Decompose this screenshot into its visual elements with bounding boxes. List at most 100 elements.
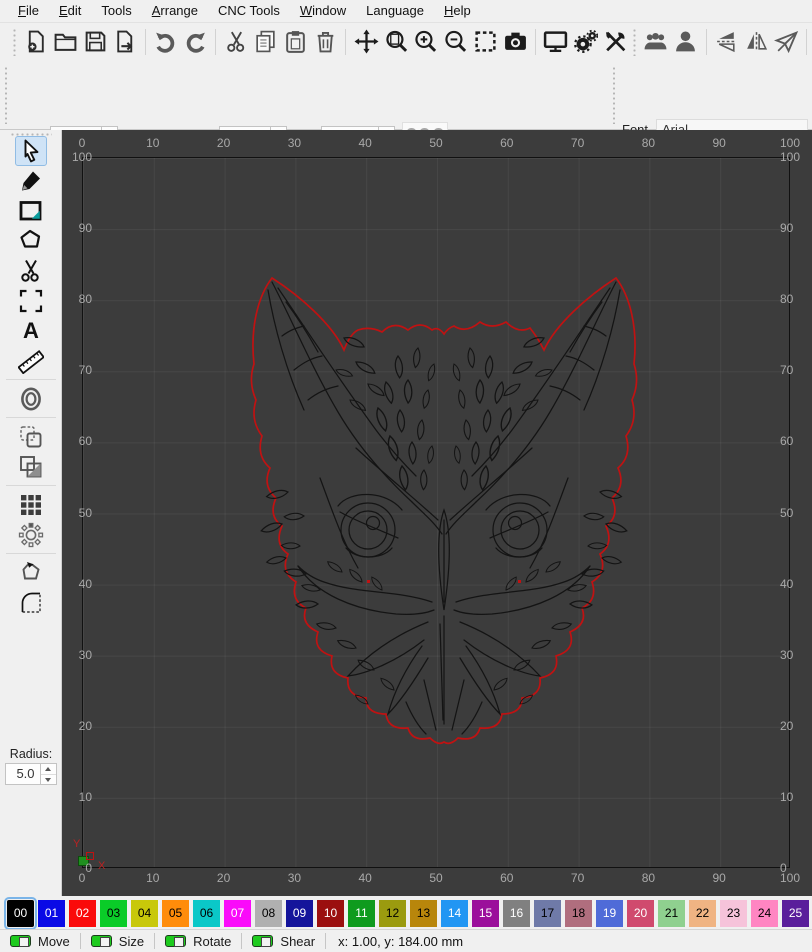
zoom-out-button[interactable] — [442, 26, 470, 57]
palette-swatch-13[interactable]: 13 — [410, 899, 437, 927]
palette-swatch-21[interactable]: 21 — [658, 899, 685, 927]
weld-union-tool[interactable] — [15, 422, 47, 452]
palette-swatch-23[interactable]: 23 — [720, 899, 747, 927]
palette-swatch-18[interactable]: 18 — [565, 899, 592, 927]
circular-array-icon — [18, 522, 44, 548]
palette-swatch-15[interactable]: 15 — [472, 899, 499, 927]
text-tool-tool[interactable]: A — [15, 316, 47, 346]
palette-swatch-14[interactable]: 14 — [441, 899, 468, 927]
delete-button[interactable] — [312, 26, 340, 57]
select-cursor-icon — [24, 139, 39, 163]
menu-language[interactable]: Language — [356, 1, 434, 21]
save-file-button[interactable] — [81, 26, 109, 57]
zoom-in-button[interactable] — [412, 26, 440, 57]
camera-capture-button[interactable] — [501, 26, 529, 57]
polygon-shape-tool[interactable] — [15, 226, 47, 256]
move-toggle-switch[interactable] — [10, 935, 31, 947]
menu-help[interactable]: Help — [434, 1, 481, 21]
group-objects-icon — [644, 32, 667, 50]
cut-button[interactable] — [222, 26, 250, 57]
zoom-page-button[interactable] — [382, 26, 410, 57]
size-mode-toggle[interactable]: Size — [81, 933, 154, 949]
monitor-preview-button[interactable] — [542, 26, 570, 57]
palette-swatch-25[interactable]: 25 — [782, 899, 809, 927]
palette-swatch-07[interactable]: 07 — [224, 899, 251, 927]
palette-swatch-08[interactable]: 08 — [255, 899, 282, 927]
palette-swatch-03[interactable]: 03 — [100, 899, 127, 927]
flip-vertical-button[interactable] — [712, 26, 740, 57]
grid-array-tool[interactable] — [15, 490, 47, 520]
close-contour-tool[interactable] — [15, 558, 47, 588]
origin-selection-marker — [86, 852, 94, 860]
palette-swatch-16[interactable]: 16 — [503, 899, 530, 927]
menu-edit[interactable]: Edit — [49, 1, 91, 21]
palette-swatch-06[interactable]: 06 — [193, 899, 220, 927]
palette-swatch-12[interactable]: 12 — [379, 899, 406, 927]
flip-horizontal-button[interactable] — [742, 26, 770, 57]
palette-swatch-01[interactable]: 01 — [38, 899, 65, 927]
circular-array-tool[interactable] — [15, 520, 47, 550]
menu-tools[interactable]: Tools — [91, 1, 141, 21]
rotate-toggle-switch[interactable] — [165, 935, 187, 947]
radius-stepper[interactable] — [41, 763, 57, 785]
corner-fillet-tool[interactable] — [15, 588, 47, 618]
rectangle-shape-tool[interactable] — [15, 196, 47, 226]
settings-gears-button[interactable] — [572, 26, 600, 57]
new-file-button[interactable] — [21, 26, 49, 57]
owl-artwork[interactable] — [246, 272, 642, 748]
copy-icon — [256, 30, 276, 53]
ruler-bottom-30: 30 — [287, 871, 302, 885]
color-palette: 00 01 02 03 04 05 06 07 08 09 10 11 12 13 14 15 16 17 18 19… — [0, 896, 812, 930]
toolbar-separator — [144, 28, 146, 55]
select-cursor-tool[interactable] — [15, 136, 47, 166]
palette-swatch-17[interactable]: 17 — [534, 899, 561, 927]
menu-cnc-tools[interactable]: CNC Tools — [208, 1, 290, 21]
contour-offset-tool[interactable] — [15, 384, 47, 414]
radius-field[interactable]: 5.0 — [5, 763, 41, 785]
pan-move-button[interactable] — [352, 26, 380, 57]
send-job-button[interactable] — [772, 26, 800, 57]
trim-subtract-tool[interactable] — [15, 452, 47, 482]
zoom-selection-button[interactable] — [472, 26, 500, 57]
shear-mode-toggle[interactable]: Shear — [242, 933, 325, 949]
draw-pen-tool[interactable] — [15, 166, 47, 196]
copy-button[interactable] — [252, 26, 280, 57]
selection-frame-icon — [19, 289, 43, 313]
palette-swatch-11[interactable]: 11 — [348, 899, 375, 927]
selection-frame-tool[interactable] — [15, 286, 47, 316]
palette-swatch-22[interactable]: 22 — [689, 899, 716, 927]
menu-file[interactable]: File — [8, 1, 49, 21]
palette-swatch-00[interactable]: 00 — [4, 896, 37, 930]
palette-swatch-20[interactable]: 20 — [627, 899, 654, 927]
size-toggle-switch[interactable] — [90, 935, 112, 947]
palette-swatch-24[interactable]: 24 — [751, 899, 778, 927]
cut-scissors-tool[interactable] — [15, 256, 47, 286]
design-canvas[interactable]: Y X 0 0 0 0 10 10 10 10 20 20 20 20 30 30 30 30 40 40 40 40… — [62, 130, 812, 896]
group-objects-button[interactable] — [642, 26, 670, 57]
redo-button[interactable] — [181, 26, 209, 57]
rotate-mode-toggle[interactable]: Rotate — [155, 933, 241, 949]
paste-button[interactable] — [282, 26, 310, 57]
palette-swatch-05[interactable]: 05 — [162, 899, 189, 927]
ruler-right-70: 70 — [780, 363, 794, 378]
ruler-top-40: 40 — [358, 136, 372, 150]
menubar: File Edit Tools Arrange CNC Tools Window Langu… — [0, 0, 812, 23]
single-object-button[interactable] — [672, 26, 700, 57]
palette-swatch-09[interactable]: 09 — [286, 899, 313, 927]
palette-swatch-02[interactable]: 02 — [69, 899, 96, 927]
ruler-right-90: 90 — [780, 221, 794, 236]
menu-arrange[interactable]: Arrange — [142, 1, 208, 21]
zoom-out-icon — [445, 30, 467, 52]
palette-swatch-19[interactable]: 19 — [596, 899, 623, 927]
menu-window[interactable]: Window — [290, 1, 356, 21]
export-file-button[interactable] — [111, 26, 139, 57]
palette-swatch-10[interactable]: 10 — [317, 899, 344, 927]
move-mode-toggle[interactable]: Move — [0, 933, 80, 949]
ruler-top-60: 60 — [500, 136, 514, 150]
machine-tools-button[interactable] — [602, 26, 630, 57]
undo-button[interactable] — [152, 26, 180, 57]
measure-ruler-tool[interactable] — [15, 346, 47, 376]
palette-swatch-04[interactable]: 04 — [131, 899, 158, 927]
open-file-button[interactable] — [51, 26, 79, 57]
shear-toggle-switch[interactable] — [252, 935, 274, 947]
